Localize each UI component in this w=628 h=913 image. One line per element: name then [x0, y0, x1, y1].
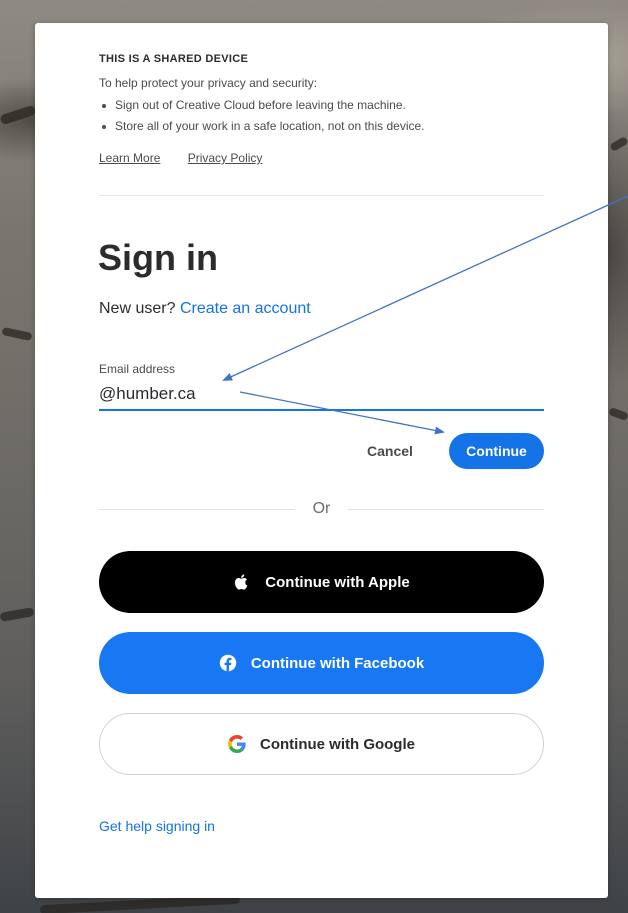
background-branch	[609, 136, 628, 152]
continue-with-facebook-button[interactable]: Continue with Facebook	[99, 632, 544, 694]
signin-card: THIS IS A SHARED DEVICE To help protect …	[35, 23, 608, 898]
continue-with-google-button[interactable]: Continue with Google	[99, 713, 544, 775]
facebook-icon	[219, 654, 237, 672]
shared-device-tips: Sign out of Creative Cloud before leavin…	[99, 98, 544, 133]
email-label: Email address	[99, 362, 176, 376]
apple-button-label: Continue with Apple	[265, 573, 410, 591]
background-branch	[608, 406, 628, 422]
page-title: Sign in	[98, 237, 218, 278]
shared-device-title: THIS IS A SHARED DEVICE	[99, 53, 249, 65]
facebook-button-label: Continue with Facebook	[250, 654, 425, 672]
new-user-prompt: New user? Create an account	[99, 300, 311, 318]
learn-more-link[interactable]: Learn More	[99, 151, 160, 165]
privacy-policy-link[interactable]: Privacy Policy	[188, 151, 263, 165]
shared-device-links: Learn More Privacy Policy	[99, 151, 544, 165]
shared-device-tip: Store all of your work in a safe locatio…	[102, 119, 544, 133]
cancel-button[interactable]: Cancel	[355, 434, 425, 468]
email-field[interactable]	[99, 379, 544, 411]
continue-button[interactable]: Continue	[449, 433, 544, 469]
shared-device-notice: THIS IS A SHARED DEVICE To help protect …	[99, 53, 544, 165]
background-branch	[0, 104, 37, 126]
or-line-right	[348, 509, 544, 510]
shared-device-tip: Sign out of Creative Cloud before leavin…	[102, 98, 544, 112]
get-help-link[interactable]: Get help signing in	[99, 818, 215, 834]
background-branch	[0, 607, 35, 622]
create-account-link[interactable]: Create an account	[180, 300, 311, 317]
apple-icon	[233, 573, 251, 591]
google-button-label: Continue with Google	[260, 735, 415, 753]
new-user-text: New user?	[99, 300, 176, 317]
continue-with-apple-button[interactable]: Continue with Apple	[99, 551, 544, 613]
shared-device-intro: To help protect your privacy and securit…	[99, 76, 318, 90]
section-divider	[99, 195, 544, 196]
google-icon	[228, 735, 246, 753]
or-separator: Or	[99, 499, 544, 519]
background-branch	[1, 326, 33, 342]
